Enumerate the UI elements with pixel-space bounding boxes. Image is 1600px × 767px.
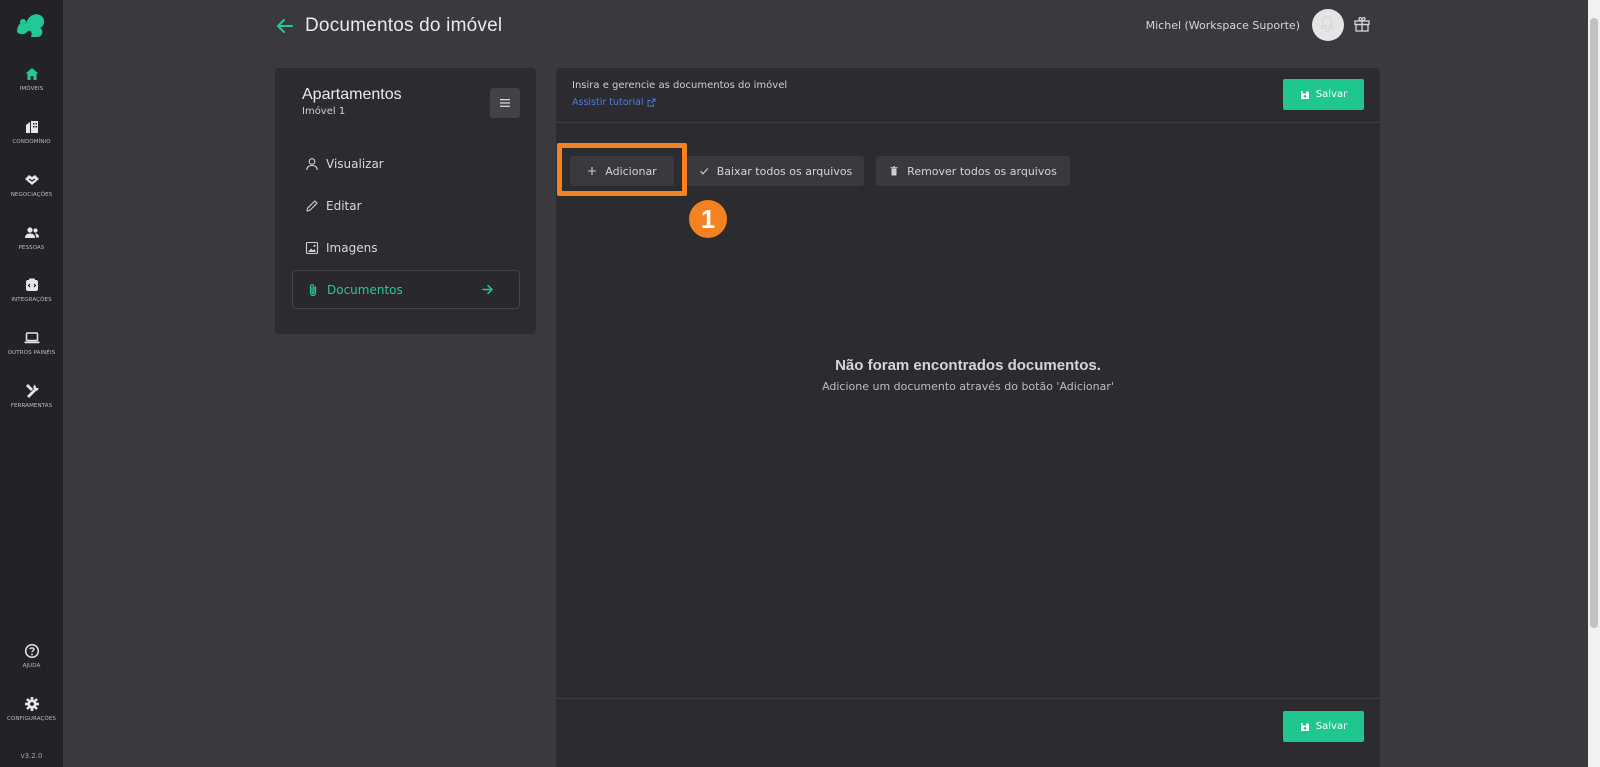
sidebar-item-label: Imagens <box>326 240 378 255</box>
download-all-button-label: Baixar todos os arquivos <box>716 164 853 178</box>
gear-icon <box>24 697 39 711</box>
bell-icon[interactable] <box>1318 15 1336 33</box>
integration-icon <box>25 278 38 291</box>
nav-item-condominio[interactable]: CONDOMÍNIO <box>0 115 63 161</box>
property-sidebar: Apartamentos Imóvel 1 Visualizar Editar … <box>275 68 536 334</box>
remove-all-button-label: Remover todos os arquivos <box>907 164 1057 178</box>
documents-panel-header: Insira e gerencie as documentos do imóve… <box>556 68 1380 123</box>
add-button-highlight <box>557 143 687 196</box>
version-label: v3.2.0 <box>20 752 43 760</box>
user-area[interactable]: Michel (Workspace Suporte) - - <box>1146 9 1344 41</box>
save-button-label: Salvar <box>1315 721 1348 732</box>
check-icon <box>699 168 708 175</box>
empty-state-title: Não foram encontrados documentos. <box>835 357 1101 374</box>
home-icon <box>25 68 38 80</box>
remove-all-button[interactable]: Remover todos os arquivos <box>876 156 1070 186</box>
laptop-icon <box>24 332 39 344</box>
users-icon <box>24 227 39 238</box>
external-link-icon <box>647 98 656 107</box>
nav-item-integracoes[interactable]: INTEGRAÇÕES <box>0 273 63 319</box>
nav-label: CONDOMÍNIO <box>12 139 51 145</box>
step-badge: 1 <box>689 200 727 238</box>
nav-label: INTEGRAÇÕES <box>11 297 52 303</box>
pencil-icon <box>306 199 318 212</box>
scrollbar-thumb[interactable] <box>1590 18 1598 628</box>
page-scrollbar[interactable] <box>1588 0 1600 767</box>
user-name[interactable]: Michel (Workspace Suporte) <box>1146 19 1300 32</box>
nav-item-negociacoes[interactable]: NEGOCIAÇÕES <box>0 168 63 214</box>
property-name: Imóvel 1 <box>302 106 346 117</box>
save-button-bottom[interactable]: Salvar <box>1283 711 1364 742</box>
floppy-disk-icon <box>1300 722 1309 731</box>
hamburger-icon <box>500 99 510 107</box>
handshake-icon <box>24 175 39 185</box>
nav-item-imoveis[interactable]: IMÓVEIS <box>0 62 63 108</box>
sidebar-item-label: Documentos <box>327 282 403 297</box>
nav-item-configuracoes[interactable]: CONFIGURAÇÕES <box>0 692 63 738</box>
nav-label: OUTROS PAINÉIS <box>7 350 56 356</box>
save-button-label: Salvar <box>1315 89 1348 100</box>
gift-icon[interactable] <box>1353 15 1371 33</box>
image-icon <box>305 241 319 254</box>
save-button-top[interactable]: Salvar <box>1283 79 1364 110</box>
arrow-right-icon <box>482 284 493 295</box>
nav-label: AJUDA <box>22 663 41 669</box>
help-icon <box>24 643 39 659</box>
sidebar-item-visualizar[interactable]: Visualizar <box>292 144 520 183</box>
page-header: Documentos do imóvel <box>275 12 502 40</box>
nav-label: PESSOAS <box>18 245 45 251</box>
nav-item-ferramentas[interactable]: FERRAMENTAS <box>0 379 63 425</box>
download-all-button[interactable]: Baixar todos os arquivos <box>687 156 864 186</box>
user-icon <box>306 157 318 170</box>
page-title: Documentos do imóvel <box>305 15 503 36</box>
nav-label: FERRAMENTAS <box>10 403 53 409</box>
nav-item-outros-paineis[interactable]: OUTROS PAINÉIS <box>0 326 63 372</box>
property-type-title: Apartamentos <box>302 86 402 103</box>
empty-state-subtitle: Adicione um documento através do botão '… <box>822 380 1114 393</box>
sidebar-item-documentos[interactable]: Documentos <box>292 270 520 309</box>
sidebar-item-imagens[interactable]: Imagens <box>292 228 520 267</box>
menu-button[interactable] <box>490 88 520 118</box>
sidebar-item-editar[interactable]: Editar <box>292 186 520 225</box>
tools-icon <box>25 384 39 398</box>
building-icon <box>25 121 38 133</box>
tutorial-link-label[interactable]: Assistir tutorial <box>572 97 644 108</box>
back-arrow-icon[interactable] <box>275 16 295 36</box>
left-nav: IMÓVEIS CONDOMÍNIO NEGOCIAÇÕES PESSOAS I… <box>0 0 63 767</box>
nav-item-ajuda[interactable]: AJUDA <box>0 639 63 685</box>
floppy-disk-icon <box>1300 90 1309 99</box>
trash-icon <box>890 166 898 176</box>
nav-item-pessoas[interactable]: PESSOAS <box>0 221 63 267</box>
panel-footer-divider <box>556 698 1380 699</box>
nav-label: IMÓVEIS <box>19 86 44 92</box>
tutorial-link[interactable]: Assistir tutorial <box>572 97 656 108</box>
nav-label: NEGOCIAÇÕES <box>10 192 53 198</box>
paperclip-icon <box>309 283 317 296</box>
nav-label: CONFIGURAÇÕES <box>6 716 57 722</box>
panel-description: Insira e gerencie as documentos do imóve… <box>572 80 788 91</box>
squirrel-logo-icon[interactable] <box>13 10 47 40</box>
sidebar-item-label: Editar <box>326 198 362 213</box>
sidebar-item-label: Visualizar <box>326 156 384 171</box>
